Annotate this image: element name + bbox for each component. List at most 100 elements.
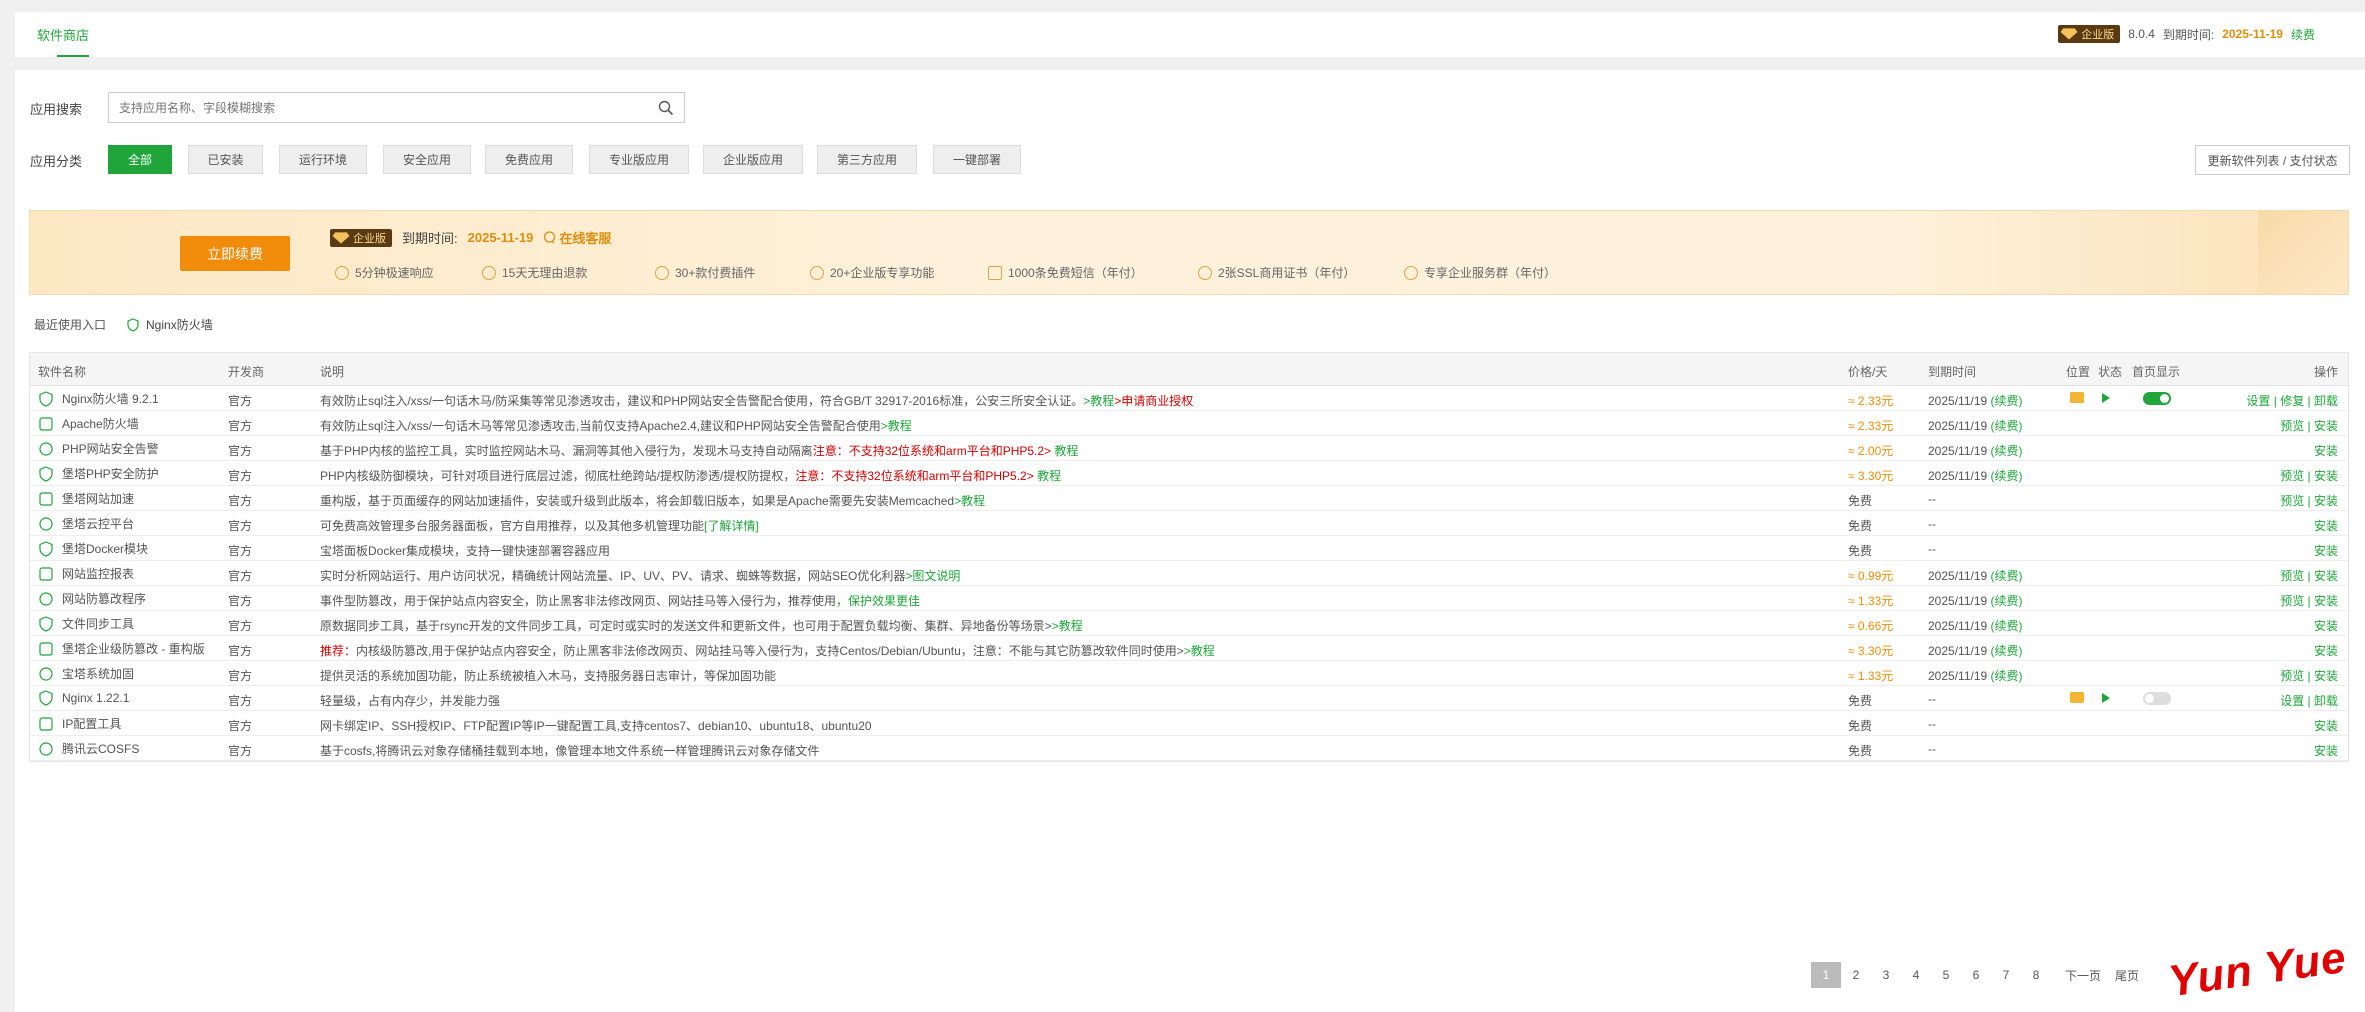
play-icon[interactable] <box>2102 692 2110 706</box>
row-actions[interactable]: 预览 | 安装 <box>2280 667 2338 684</box>
row-actions[interactable]: 设置 | 卸载 <box>2280 692 2338 709</box>
category-free[interactable]: 免费应用 <box>485 145 573 174</box>
row-actions[interactable]: 安装 <box>2314 717 2338 734</box>
feature-item: 15天无理由退款 <box>482 264 587 281</box>
software-icon <box>39 491 53 506</box>
desc-text: 提供灵活的系统加固功能，防止系统被植入木马，支持服务器日志审计，等保加固功能 <box>320 669 777 683</box>
developer: 官方 <box>228 619 253 633</box>
expire-date: 2025/11/19 <box>1928 644 1988 658</box>
desc-link[interactable]: >图文说明 <box>905 569 960 583</box>
banner-enterprise-badge: 企业版 <box>330 228 392 247</box>
renew-link[interactable]: (续费) <box>1991 644 2023 658</box>
renew-now-button[interactable]: 立即续费 <box>180 236 290 271</box>
expire-date: 2025/11/19 <box>1928 444 1988 458</box>
software-name-cell: 堡塔云控平台 <box>38 515 134 532</box>
category-pro[interactable]: 专业版应用 <box>589 145 689 174</box>
renew-link[interactable]: (续费) <box>1991 669 2023 683</box>
page-7[interactable]: 7 <box>1991 962 2021 988</box>
row-actions[interactable]: 预览 | 安装 <box>2280 567 2338 584</box>
category-security[interactable]: 安全应用 <box>383 145 471 174</box>
row-actions[interactable]: 安装 <box>2314 517 2338 534</box>
header-home: 首页显示 <box>2132 365 2181 379</box>
page-8[interactable]: 8 <box>2021 962 2051 988</box>
desc-link[interactable]: >教程 <box>1052 619 1083 633</box>
row-actions[interactable]: 预览 | 安装 <box>2280 417 2338 434</box>
description: 有效防止sql注入/xss/一句话木马/防采集等常见渗透攻击，建议和PHP网站安… <box>320 392 1193 409</box>
page-3[interactable]: 3 <box>1871 962 1901 988</box>
folder-icon[interactable] <box>2070 392 2084 406</box>
software-name-cell: 堡塔企业级防篡改 - 重构版 <box>38 640 205 657</box>
desc-license-link[interactable]: >申请商业授权 <box>1114 394 1193 408</box>
row-actions[interactable]: 预览 | 安装 <box>2280 467 2338 484</box>
desc-link[interactable]: >教程 <box>1184 644 1215 658</box>
desc-link[interactable]: >教程 <box>881 419 912 433</box>
row-actions[interactable]: 安装 <box>2314 642 2338 659</box>
tab-software-store[interactable]: 软件商店 <box>37 25 89 44</box>
search-icon[interactable] <box>658 100 674 116</box>
category-installed[interactable]: 已安装 <box>188 145 263 174</box>
renew-link[interactable]: (续费) <box>1991 419 2023 433</box>
expire-date: 2025/11/19 <box>1928 669 1988 683</box>
row-actions[interactable]: 安装 <box>2314 442 2338 459</box>
software-icon <box>39 516 53 531</box>
category-third-party[interactable]: 第三方应用 <box>817 145 917 174</box>
desc-link[interactable]: >教程 <box>1083 394 1114 408</box>
next-page[interactable]: 下一页 <box>2061 962 2105 988</box>
software-name-cell: PHP网站安全告警 <box>38 440 159 457</box>
renew-link[interactable]: (续费) <box>1991 569 2023 583</box>
home-display-toggle[interactable] <box>2143 692 2171 708</box>
desc-link[interactable]: [了解详情] <box>704 519 759 533</box>
expire: -- <box>1928 517 1936 531</box>
row-actions[interactable]: 安装 <box>2314 542 2338 559</box>
renew-link[interactable]: 续费 <box>2291 26 2315 43</box>
software-name-cell: 腾讯云COSFS <box>38 740 139 757</box>
software-name: IP配置工具 <box>62 717 122 731</box>
refresh-list-button[interactable]: 更新软件列表 / 支付状态 <box>2195 145 2350 175</box>
page-4[interactable]: 4 <box>1901 962 1931 988</box>
page-2[interactable]: 2 <box>1841 962 1871 988</box>
desc-link[interactable]: 教程 <box>1051 444 1078 458</box>
row-actions[interactable]: 预览 | 安装 <box>2280 492 2338 509</box>
row-actions[interactable]: 安装 <box>2314 742 2338 759</box>
price: 免费 <box>1848 719 1873 733</box>
page-5[interactable]: 5 <box>1931 962 1961 988</box>
software-name: 堡塔云控平台 <box>62 517 135 531</box>
software-name-cell: 堡塔PHP安全防护 <box>38 465 159 482</box>
renew-link[interactable]: (续费) <box>1991 619 2023 633</box>
page-1[interactable]: 1 <box>1811 962 1841 988</box>
software-name: 堡塔网站加速 <box>62 492 135 506</box>
folder-icon[interactable] <box>2070 692 2084 706</box>
renew-link[interactable]: (续费) <box>1991 469 2023 483</box>
online-service-link[interactable]: 在线客服 <box>543 228 611 247</box>
version: 8.0.4 <box>2128 27 2155 41</box>
desc-link[interactable]: 教程 <box>1034 469 1061 483</box>
category-all[interactable]: 全部 <box>108 145 172 174</box>
play-icon[interactable] <box>2102 392 2110 406</box>
price: ≈ 0.99元 <box>1848 569 1894 583</box>
renew-link[interactable]: (续费) <box>1991 394 2023 408</box>
expire: -- <box>1928 742 1936 756</box>
row-actions[interactable]: 安装 <box>2314 617 2338 634</box>
last-page[interactable]: 尾页 <box>2105 962 2149 988</box>
desc-link[interactable]: ，保护效果更佳 <box>836 594 920 608</box>
row-actions[interactable]: 设置 | 修复 | 卸载 <box>2246 392 2338 409</box>
description: 网卡绑定IP、SSH授权IP、FTP配置IP等IP一键配置工具,支持centos… <box>320 717 872 734</box>
search-input[interactable] <box>109 93 639 122</box>
expire-date: 2025/11/19 <box>1928 594 1988 608</box>
desc-link[interactable]: >教程 <box>954 494 985 508</box>
renew-link[interactable]: (续费) <box>1991 594 2023 608</box>
page-6[interactable]: 6 <box>1961 962 1991 988</box>
expire-date: 2025/11/19 <box>1928 569 1988 583</box>
renew-link[interactable]: (续费) <box>1991 444 2023 458</box>
recent-item[interactable]: Nginx防火墙 <box>126 316 213 333</box>
category-runtime[interactable]: 运行环境 <box>279 145 367 174</box>
desc-text: 可免费高效管理多台服务器面板，官方自用推荐，以及其他多机管理功能 <box>320 519 705 533</box>
row-actions[interactable]: 预览 | 安装 <box>2280 592 2338 609</box>
home-display-toggle[interactable] <box>2143 392 2171 408</box>
description: 轻量级，占有内存少，并发能力强 <box>320 692 500 709</box>
header-expire: 到期时间 <box>1928 365 1977 379</box>
expire-date: 2025/11/19 <box>1928 619 1988 633</box>
category-one-click[interactable]: 一键部署 <box>933 145 1021 174</box>
expire-date: -- <box>1928 517 1936 531</box>
category-enterprise[interactable]: 企业版应用 <box>703 145 803 174</box>
